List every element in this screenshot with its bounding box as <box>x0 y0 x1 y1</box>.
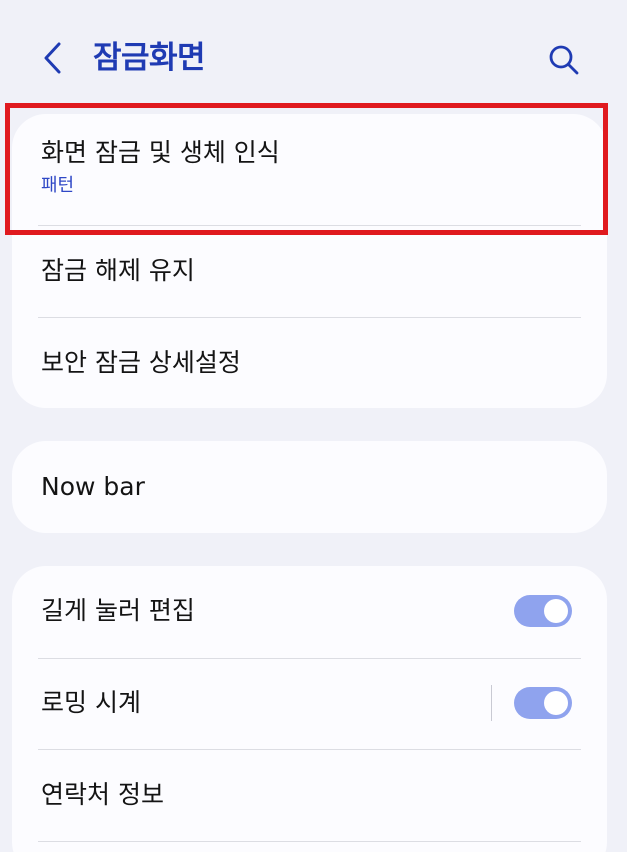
back-button[interactable] <box>28 30 78 86</box>
search-icon <box>549 45 579 75</box>
toggle-separator <box>491 685 492 721</box>
app-bar: 잠금화면 <box>0 0 627 116</box>
list-item-contact-info[interactable]: 연락처 정보 <box>12 750 607 840</box>
divider <box>38 841 581 842</box>
list-item-secure-lock-settings[interactable]: 보안 잠금 상세설정 <box>12 318 607 408</box>
item-title: 화면 잠금 및 생체 인식 <box>41 138 280 167</box>
page-title: 잠금화면 <box>93 40 206 76</box>
list-item-screen-lock-biometrics[interactable]: 화면 잠금 및 생체 인식 패턴 <box>12 114 607 226</box>
item-subtitle: 패턴 <box>41 175 75 196</box>
lock-screen-settings: 잠금화면 화면 잠금 및 생체 인식 패턴 잠금 해제 유지 보안 잠금 상세설… <box>0 0 627 852</box>
toggle-knob <box>544 599 568 623</box>
lock-screen-options-card: 길게 눌러 편집 로밍 시계 연락처 정보 <box>12 566 607 852</box>
toggle-knob <box>544 691 568 715</box>
list-item-roaming-clock[interactable]: 로밍 시계 <box>12 659 607 749</box>
roaming-clock-toggle[interactable] <box>514 687 572 719</box>
search-button[interactable] <box>538 34 590 86</box>
list-item-keep-unlocked[interactable]: 잠금 해제 유지 <box>12 226 607 318</box>
long-press-edit-toggle[interactable] <box>514 595 572 627</box>
security-settings-card: 화면 잠금 및 생체 인식 패턴 잠금 해제 유지 보안 잠금 상세설정 <box>12 114 607 408</box>
now-bar-card: Now bar <box>12 441 607 533</box>
chevron-left-icon <box>44 42 61 74</box>
item-title: 연락처 정보 <box>41 780 164 809</box>
item-title: 로밍 시계 <box>41 688 141 717</box>
list-item-long-press-edit[interactable]: 길게 눌러 편집 <box>12 566 607 658</box>
item-title: Now bar <box>41 472 145 501</box>
item-title: 잠금 해제 유지 <box>41 256 195 285</box>
item-title: 보안 잠금 상세설정 <box>41 348 241 377</box>
item-title: 길게 눌러 편집 <box>41 596 195 625</box>
list-item-now-bar[interactable]: Now bar <box>12 441 607 533</box>
